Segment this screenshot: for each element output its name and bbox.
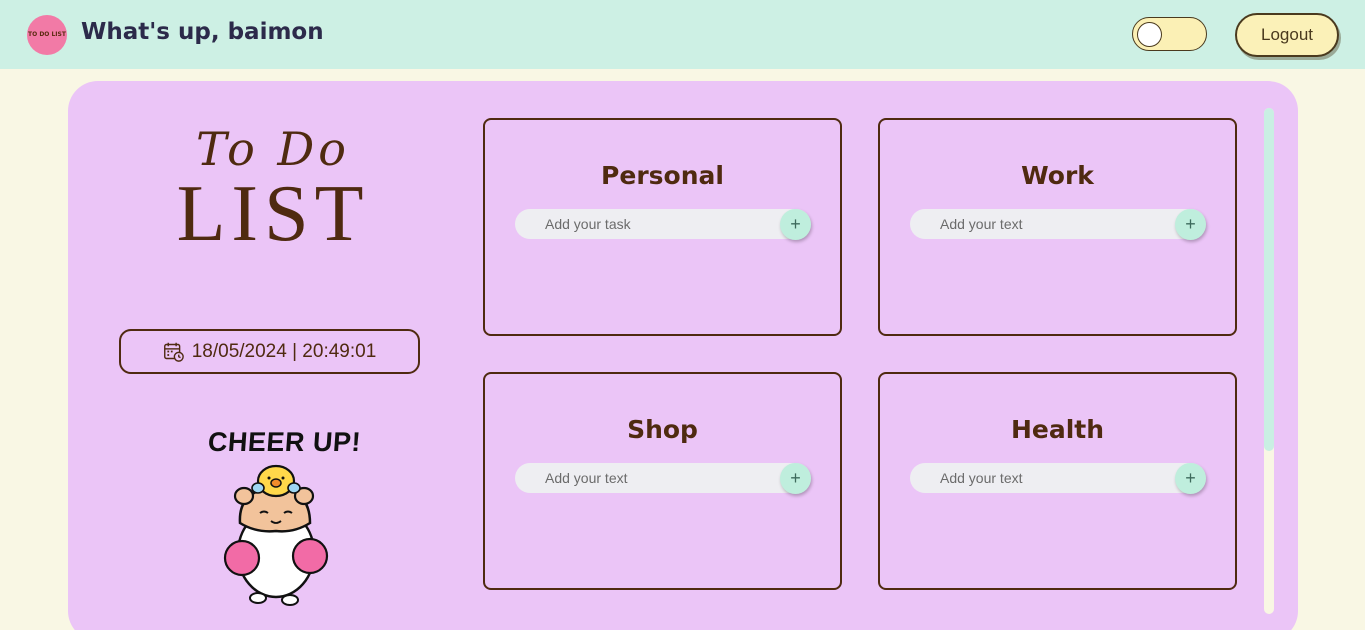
- app-logo: TO DO LIST: [27, 15, 67, 55]
- title-line-todo: To Do: [195, 122, 350, 176]
- category-card-personal: Personal +: [483, 118, 842, 336]
- logout-button[interactable]: Logout: [1235, 13, 1339, 57]
- cards-scrollbar[interactable]: [1264, 108, 1274, 614]
- greeting-text: What's up, baimon: [81, 19, 324, 45]
- card-title: Health: [1010, 415, 1105, 444]
- task-input[interactable]: [515, 463, 811, 493]
- add-task-button[interactable]: +: [780, 463, 811, 494]
- category-card-health: Health +: [878, 372, 1237, 590]
- theme-toggle[interactable]: [1132, 17, 1207, 51]
- card-title: Personal: [601, 161, 724, 190]
- add-task-button[interactable]: +: [780, 209, 811, 240]
- scrollbar-thumb[interactable]: [1264, 108, 1274, 451]
- plus-icon: +: [790, 214, 801, 234]
- card-title: Work: [1021, 161, 1094, 190]
- datetime-text: 18/05/2024 | 20:49:01: [191, 340, 377, 362]
- title-line-list: LIST: [176, 170, 370, 258]
- logo-text: TO DO LIST: [28, 31, 66, 38]
- add-task-button[interactable]: +: [1175, 209, 1206, 240]
- hamster-sticker: [223, 464, 329, 606]
- task-input[interactable]: [910, 463, 1206, 493]
- task-input[interactable]: [515, 209, 811, 239]
- cheer-up-text: CHEER UP!: [206, 427, 363, 457]
- calendar-clock-icon: [163, 342, 184, 362]
- task-input[interactable]: [910, 209, 1206, 239]
- category-card-shop: Shop +: [483, 372, 842, 590]
- add-task-button[interactable]: +: [1175, 463, 1206, 494]
- toggle-knob: [1137, 22, 1162, 47]
- plus-icon: +: [790, 468, 801, 488]
- card-title: Shop: [627, 415, 698, 444]
- plus-icon: +: [1185, 468, 1196, 488]
- datetime-display: 18/05/2024 | 20:49:01: [119, 329, 420, 374]
- category-card-work: Work +: [878, 118, 1237, 336]
- main-panel: To Do LIST 18/05/2024 | 20:49:01 CHEER U…: [68, 81, 1298, 630]
- plus-icon: +: [1185, 214, 1196, 234]
- todo-list-title: To Do LIST: [168, 122, 378, 258]
- top-bar: TO DO LIST What's up, baimon Logout: [0, 0, 1365, 69]
